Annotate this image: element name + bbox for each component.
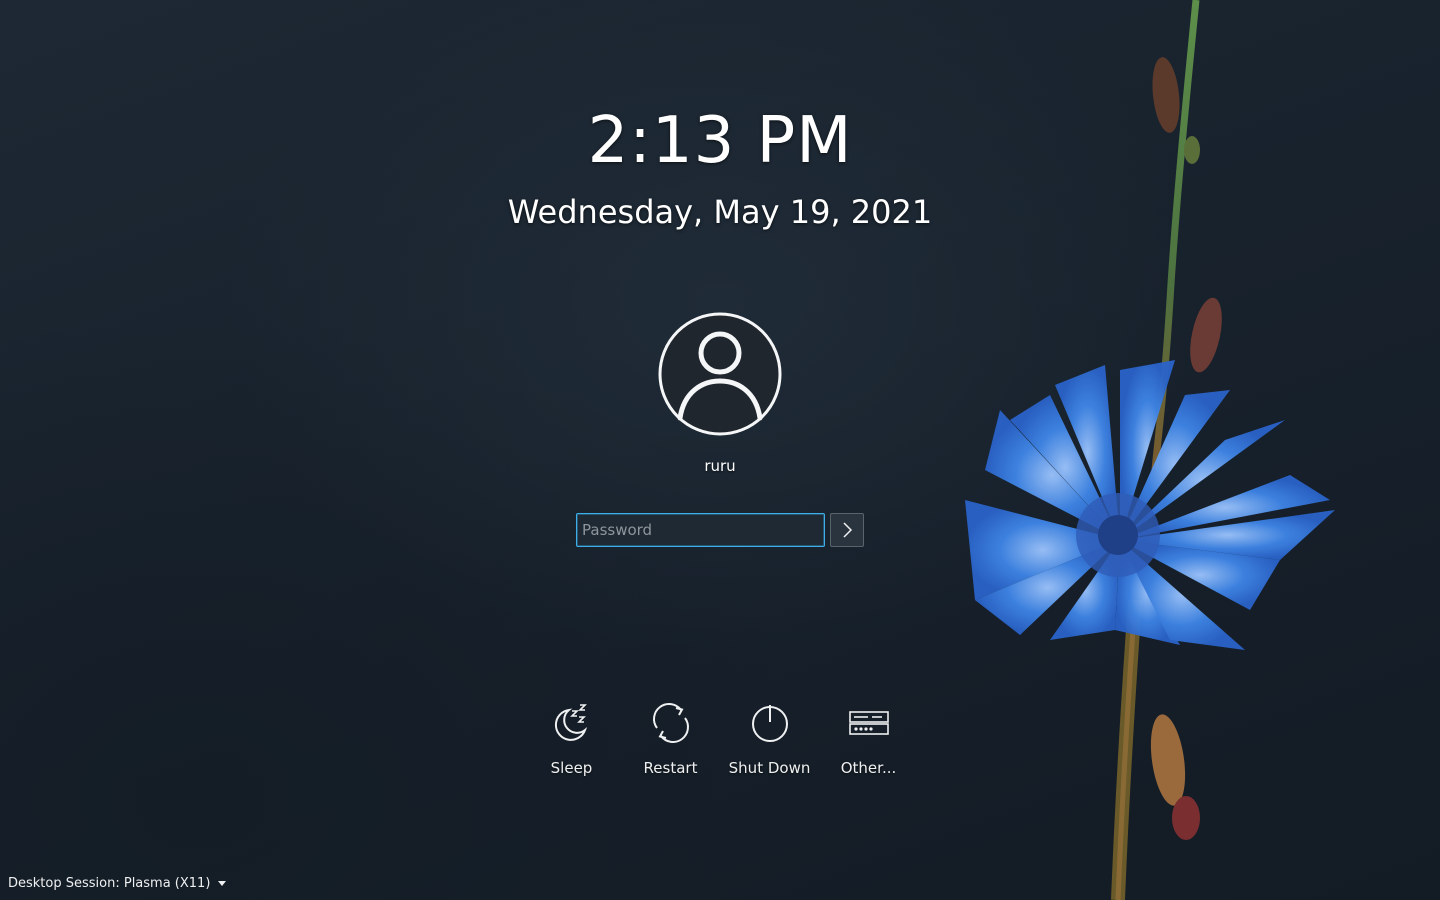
other-button[interactable]: Other... [819,700,918,790]
password-input[interactable] [576,513,825,547]
caret-down-icon [218,880,227,886]
restart-icon [648,700,694,746]
login-button[interactable] [830,513,864,547]
other-users-icon [846,700,892,746]
shutdown-button[interactable]: Shut Down [720,700,819,790]
chevron-right-icon [843,522,853,538]
sleep-icon [549,700,595,746]
other-label: Other... [840,759,897,777]
power-actions: Sleep Restart Shut Down Other... [522,700,918,790]
power-icon [747,700,793,746]
clock-time: 2:13 PM [587,104,853,178]
shutdown-label: Shut Down [728,759,811,777]
user-avatar-icon[interactable] [658,312,782,436]
username-label: ruru [704,457,736,475]
sleep-button[interactable]: Sleep [522,700,621,790]
desktop-session-selector[interactable]: Desktop Session: Plasma (X11) [8,874,227,892]
restart-button[interactable]: Restart [621,700,720,790]
restart-label: Restart [643,759,698,777]
desktop-session-label: Desktop Session: Plasma (X11) [8,875,211,891]
sleep-label: Sleep [550,759,593,777]
clock-date: Wednesday, May 19, 2021 [507,193,933,231]
